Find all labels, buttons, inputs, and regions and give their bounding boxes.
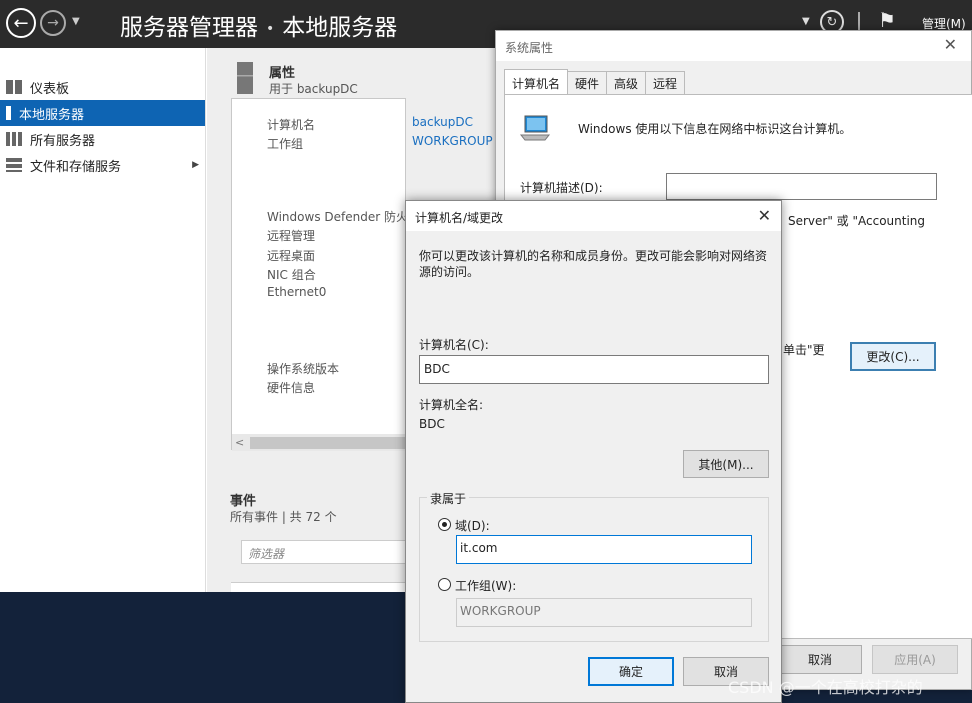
back-arrow-icon: ←	[13, 12, 29, 34]
member-of-group: 隶属于 域(D): it.com 工作组(W): WORKGROUP	[419, 490, 769, 642]
sidebar-item-label: 仪表板	[30, 81, 70, 97]
scroll-left-icon[interactable]: <	[235, 436, 244, 449]
workgroup-radio[interactable]	[438, 578, 451, 591]
events-title: 事件	[230, 494, 257, 509]
server-tower-icon	[237, 62, 253, 94]
breadcrumb: 服务器管理器 • 本地服务器	[120, 8, 397, 42]
filter-input[interactable]: 筛选器	[241, 540, 406, 564]
servers-icon	[6, 132, 22, 146]
workgroup-input[interactable]: WORKGROUP	[456, 598, 752, 627]
horizontal-scrollbar[interactable]: <	[232, 434, 407, 451]
server-icon	[6, 106, 11, 120]
expand-arrow-icon[interactable]: ▶	[192, 160, 199, 170]
system-properties-titlebar: 系统属性 ✕	[496, 31, 971, 61]
dialog-title: 系统属性	[505, 41, 554, 55]
intro-text: 你可以更改该计算机的名称和成员身份。更改可能会影响对网络资源的访问。	[419, 249, 768, 279]
properties-panel: 计算机名 工作组 Windows Defender 防火墙 远程管理 远程桌面 …	[231, 98, 420, 450]
dialog-titlebar: 计算机名/域更改 ✕	[406, 201, 781, 231]
computer-name-input[interactable]: BDC	[419, 355, 769, 384]
watermark: CSDN @一个在高校打杂的	[728, 678, 923, 697]
header-divider	[858, 12, 860, 32]
member-of-legend: 隶属于	[427, 490, 470, 507]
sidebar-item-all-servers[interactable]: 所有服务器	[0, 126, 205, 152]
history-dropdown-icon[interactable]: ▼	[72, 16, 80, 27]
back-button[interactable]: ←	[6, 8, 36, 38]
example-text: Server" 或 "Accounting	[788, 214, 926, 228]
computer-name-domain-dialog: 计算机名/域更改 ✕ 你可以更改该计算机的名称和成员身份。更改可能会影响对网络资…	[405, 200, 782, 703]
storage-icon	[6, 158, 22, 172]
prop-label-workgroup: 工作组	[267, 137, 304, 151]
tab-computer-name[interactable]: 计算机名	[504, 69, 569, 94]
sidebar-item-label: 文件和存储服务	[30, 159, 122, 175]
computer-description-input[interactable]	[666, 173, 937, 200]
events-table	[231, 582, 406, 592]
full-name-value: BDC	[419, 417, 445, 431]
computer-name-label: 计算机名(C):	[419, 338, 489, 352]
domain-label[interactable]: 域(D):	[455, 517, 490, 534]
apply-button[interactable]: 应用(A)	[872, 645, 958, 674]
identify-text: Windows 使用以下信息在网络中标识这台计算机。	[578, 122, 852, 136]
forward-button[interactable]: →	[40, 10, 66, 36]
properties-subtitle: 用于 backupDC	[269, 82, 358, 96]
more-button[interactable]: 其他(M)...	[683, 450, 769, 478]
close-icon[interactable]: ✕	[758, 206, 771, 225]
click-change-text: 单击"更	[783, 343, 825, 357]
dashboard-icon	[6, 80, 22, 94]
computer-description-label: 计算机描述(D):	[520, 181, 603, 195]
sidebar: 仪表板 本地服务器 所有服务器 文件和存储服务 ▶	[0, 48, 206, 592]
prop-label-computer-name: 计算机名	[267, 118, 316, 132]
prop-label-os-version: 操作系统版本	[267, 362, 340, 376]
sidebar-item-dashboard[interactable]: 仪表板	[0, 74, 205, 100]
notifications-flag-icon[interactable]: ⚑	[878, 8, 896, 32]
breadcrumb-app[interactable]: 服务器管理器	[120, 15, 258, 41]
tab-hardware[interactable]: 硬件	[567, 71, 608, 94]
breadcrumb-separator: •	[266, 20, 275, 37]
workgroup-label[interactable]: 工作组(W):	[455, 577, 516, 594]
prop-label-hardware: 硬件信息	[267, 381, 316, 395]
header-dropdown-icon[interactable]: ▼	[802, 16, 810, 27]
prop-value-computer-name[interactable]: backupDC	[412, 115, 473, 129]
cancel-button[interactable]: 取消	[778, 645, 862, 674]
prop-label-firewall: Windows Defender 防火墙	[267, 210, 420, 224]
prop-label-remote-mgmt: 远程管理	[267, 229, 316, 243]
sidebar-item-file-storage[interactable]: 文件和存储服务 ▶	[0, 152, 205, 178]
forward-arrow-icon: →	[47, 15, 59, 31]
domain-radio[interactable]	[438, 518, 451, 531]
computer-icon	[519, 115, 551, 141]
tab-advanced[interactable]: 高级	[606, 71, 647, 94]
full-name-label: 计算机全名:	[419, 398, 484, 412]
properties-title: 属性	[269, 66, 296, 81]
events-subtitle: 所有事件 | 共 72 个	[230, 510, 337, 524]
prop-value-workgroup[interactable]: WORKGROUP	[412, 134, 493, 148]
change-button[interactable]: 更改(C)...	[850, 342, 936, 371]
prop-label-ethernet: Ethernet0	[267, 285, 327, 299]
ok-button[interactable]: 确定	[588, 657, 674, 686]
sidebar-item-label: 本地服务器	[19, 107, 85, 123]
prop-label-nic-teaming: NIC 组合	[267, 268, 316, 282]
dialog-title: 计算机名/域更改	[415, 211, 504, 225]
sidebar-item-local-server[interactable]: 本地服务器	[0, 100, 205, 126]
prop-label-remote-desktop: 远程桌面	[267, 249, 316, 263]
domain-input[interactable]: it.com	[456, 535, 752, 564]
scrollbar-thumb[interactable]	[250, 437, 405, 449]
close-icon[interactable]: ✕	[944, 35, 957, 54]
tab-strip: 计算机名 硬件 高级 远程	[504, 69, 686, 95]
sidebar-item-label: 所有服务器	[30, 133, 96, 149]
tab-remote[interactable]: 远程	[645, 71, 686, 94]
breadcrumb-page: 本地服务器	[282, 15, 398, 41]
